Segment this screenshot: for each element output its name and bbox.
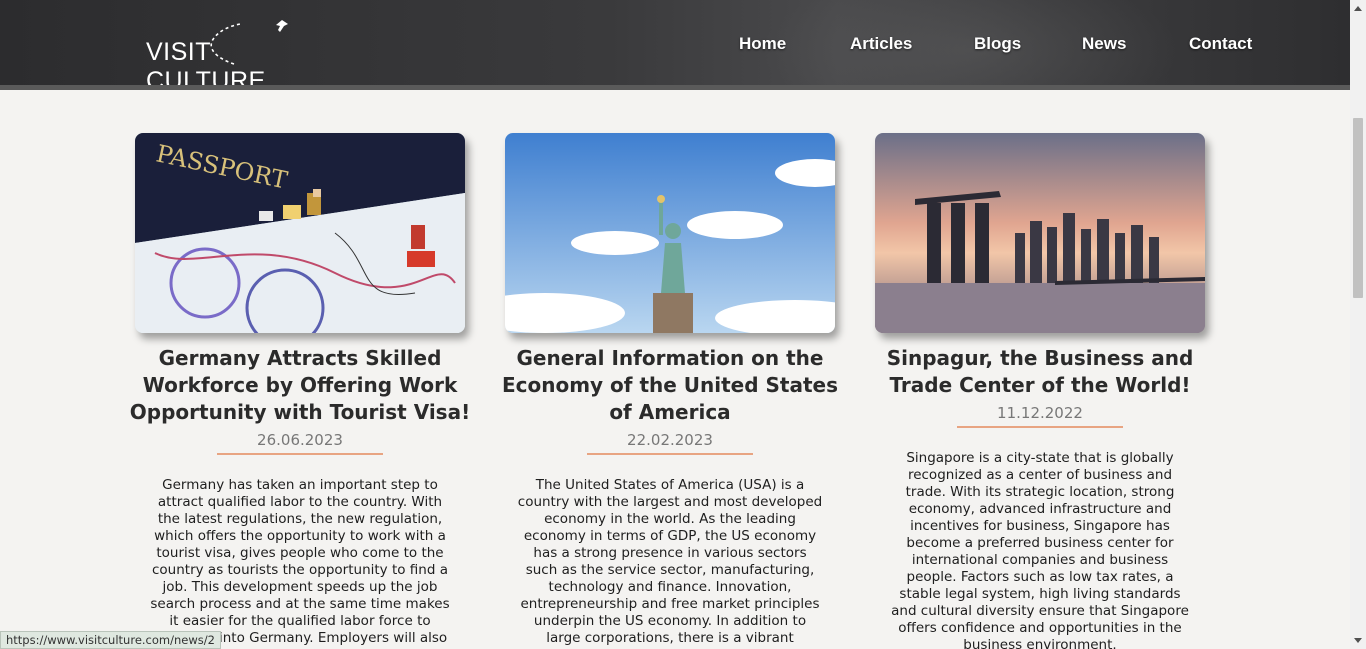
site-header: VISIT CULTURE Home Articles Blogs News C…	[0, 0, 1350, 90]
article-date: 26.06.2023	[257, 431, 343, 449]
nav-home[interactable]: Home	[739, 34, 786, 54]
article-image[interactable]	[875, 133, 1205, 333]
article-title[interactable]: Sinpagur, the Business and Trade Center …	[865, 345, 1215, 399]
article-excerpt: Germany has taken an important step to a…	[150, 477, 450, 649]
article-excerpt: Singapore is a city-state that is global…	[891, 450, 1189, 649]
statue-of-liberty-image-icon	[505, 133, 835, 333]
title-divider	[957, 426, 1123, 428]
scroll-up-arrow-icon[interactable]	[1354, 6, 1362, 11]
link-status-bar: https://www.visitculture.com/news/2	[0, 631, 221, 649]
article-image[interactable]: PASSPORT	[135, 133, 465, 333]
nav-news[interactable]: News	[1082, 34, 1126, 54]
article-image[interactable]	[505, 133, 835, 333]
singapore-skyline-image-icon	[875, 133, 1205, 333]
article-title[interactable]: Germany Attracts Skilled Workforce by Of…	[125, 345, 475, 426]
title-divider	[217, 453, 383, 455]
article-date: 22.02.2023	[627, 431, 713, 449]
main-nav: Home Articles Blogs News Contact	[0, 34, 1350, 56]
article-title[interactable]: General Information on the Economy of th…	[495, 345, 845, 426]
title-divider	[587, 453, 753, 455]
nav-articles[interactable]: Articles	[850, 34, 912, 54]
page-scrollbar[interactable]	[1350, 0, 1366, 649]
article-date: 11.12.2022	[997, 404, 1083, 422]
scroll-down-arrow-icon[interactable]	[1354, 638, 1362, 643]
nav-contact[interactable]: Contact	[1189, 34, 1252, 54]
article-excerpt: The United States of America (USA) is a …	[517, 477, 823, 649]
nav-blogs[interactable]: Blogs	[974, 34, 1021, 54]
passport-image-icon: PASSPORT	[135, 133, 465, 333]
scroll-thumb[interactable]	[1353, 118, 1363, 298]
